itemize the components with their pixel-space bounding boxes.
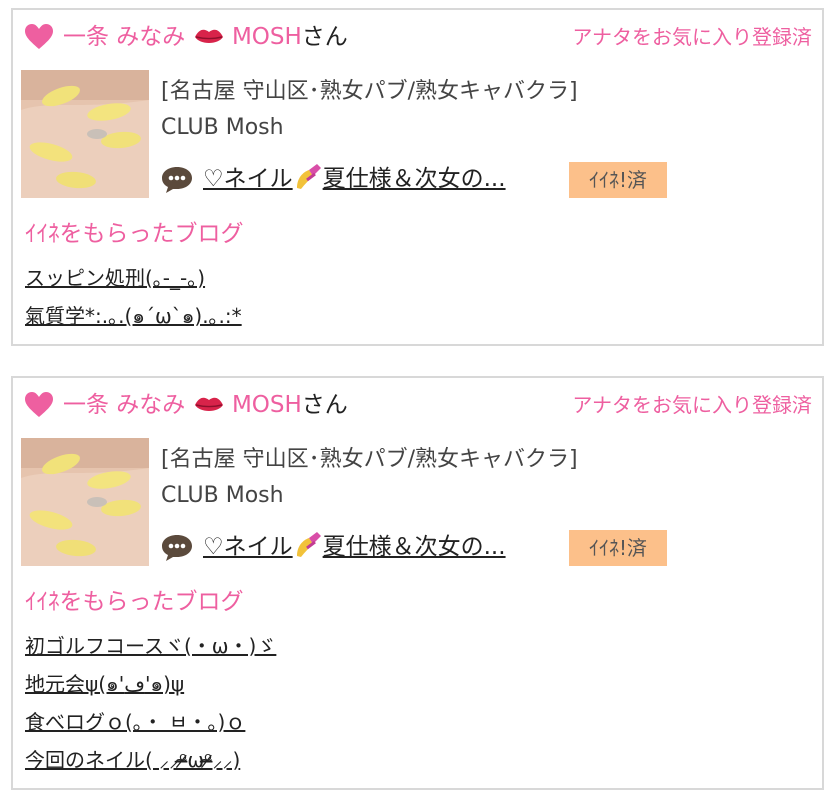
user-name-link[interactable]: 一条 みなみ MOSHさん (63, 20, 348, 54)
nail-polish-emoji-icon (296, 532, 321, 557)
favorite-status: アナタをお気に入り登録済 (572, 393, 812, 417)
favorite-status: アナタをお気に入り登録済 (572, 25, 812, 49)
user-card: 一条 みなみ MOSHさん アナタをお気に入り登録済 [名古屋 守山区･熟女パブ… (11, 376, 824, 790)
post-thumbnail[interactable] (21, 70, 149, 198)
shop-info: [名古屋 守山区･熟女パブ/熟女キャバクラ] CLUB Mosh (161, 74, 578, 146)
liked-blog-list: 初ゴルフコースヾ(・ω・)ゞ 地元会ψ(๑'ڡ'๑)ψ 食べログｏ(｡・ ㅂ・｡… (25, 630, 276, 782)
user-name-honorific: さん (301, 24, 348, 50)
user-name-prefix: 一条 みなみ (63, 24, 186, 50)
liked-blogs-title: ｲｲﾈをもらったブログ (25, 589, 244, 615)
card-header: 一条 みなみ MOSHさん アナタをお気に入り登録済 (25, 20, 812, 54)
nail-polish-emoji-icon (296, 164, 321, 189)
lips-emoji-icon (194, 29, 223, 43)
user-name-prefix: 一条 みなみ (63, 392, 186, 418)
post-title-prefix: ♡ネイル (203, 534, 293, 560)
shop-area: [名古屋 守山区･熟女パブ/熟女キャバクラ] (161, 447, 578, 472)
list-item: 初ゴルフコースヾ(・ω・)ゞ (25, 630, 276, 668)
iine-done-badge: ｲｲﾈ!済 (569, 162, 667, 198)
post-title-link[interactable]: ♡ネイル 夏仕様＆次女の... (203, 162, 506, 196)
speech-bubble-icon (162, 535, 192, 561)
nail-photo-image (21, 70, 149, 198)
blog-link[interactable]: 食べログｏ(｡・ ㅂ・｡)ｏ (25, 710, 245, 734)
blog-link[interactable]: 初ゴルフコースヾ(・ω・)ゞ (25, 634, 276, 658)
post-title-suffix: 夏仕様＆次女の... (322, 166, 506, 192)
liked-blogs-title: ｲｲﾈをもらったブログ (25, 221, 244, 247)
user-card: 一条 みなみ MOSHさん アナタをお気に入り登録済 [名古屋 守山区･熟女パブ… (11, 8, 824, 346)
lips-emoji-icon (194, 397, 223, 411)
shop-info: [名古屋 守山区･熟女パブ/熟女キャバクラ] CLUB Mosh (161, 442, 578, 514)
shop-area: [名古屋 守山区･熟女パブ/熟女キャバクラ] (161, 79, 578, 104)
post-title-prefix: ♡ネイル (203, 166, 293, 192)
blog-link[interactable]: 氣質学*:.｡.(๑´ω`๑).｡.:* (25, 304, 242, 328)
list-item: 地元会ψ(๑'ڡ'๑)ψ (25, 668, 276, 706)
blog-link[interactable]: 地元会ψ(๑'ڡ'๑)ψ (25, 672, 184, 696)
heart-icon (25, 392, 53, 417)
list-item: 氣質学*:.｡.(๑´ω`๑).｡.:* (25, 300, 242, 338)
liked-blog-list: スッピン処刑(｡-_-｡) 氣質学*:.｡.(๑´ω`๑).｡.:* (25, 262, 242, 338)
card-header: 一条 みなみ MOSHさん アナタをお気に入り登録済 (25, 388, 812, 422)
nail-photo-image (21, 438, 149, 566)
user-name-suffix: MOSH (231, 24, 302, 50)
user-name-suffix: MOSH (231, 392, 302, 418)
post-title-suffix: 夏仕様＆次女の... (322, 534, 506, 560)
shop-name: CLUB Mosh (161, 115, 284, 140)
list-item: 今回のネイル( ⸝⸝ᵒ̴̶̷ωᵒ̴̶̷⸝⸝) (25, 744, 276, 782)
post-title-link[interactable]: ♡ネイル 夏仕様＆次女の... (203, 530, 506, 564)
shop-name: CLUB Mosh (161, 483, 284, 508)
iine-done-badge: ｲｲﾈ!済 (569, 530, 667, 566)
user-name-honorific: さん (301, 392, 348, 418)
post-thumbnail[interactable] (21, 438, 149, 566)
blog-link[interactable]: スッピン処刑(｡-_-｡) (25, 266, 205, 290)
heart-icon (25, 24, 53, 49)
list-item: 食べログｏ(｡・ ㅂ・｡)ｏ (25, 706, 276, 744)
speech-bubble-icon (162, 167, 192, 193)
blog-link[interactable]: 今回のネイル( ⸝⸝ᵒ̴̶̷ωᵒ̴̶̷⸝⸝) (25, 748, 240, 772)
user-name-link[interactable]: 一条 みなみ MOSHさん (63, 388, 348, 422)
list-item: スッピン処刑(｡-_-｡) (25, 262, 242, 300)
